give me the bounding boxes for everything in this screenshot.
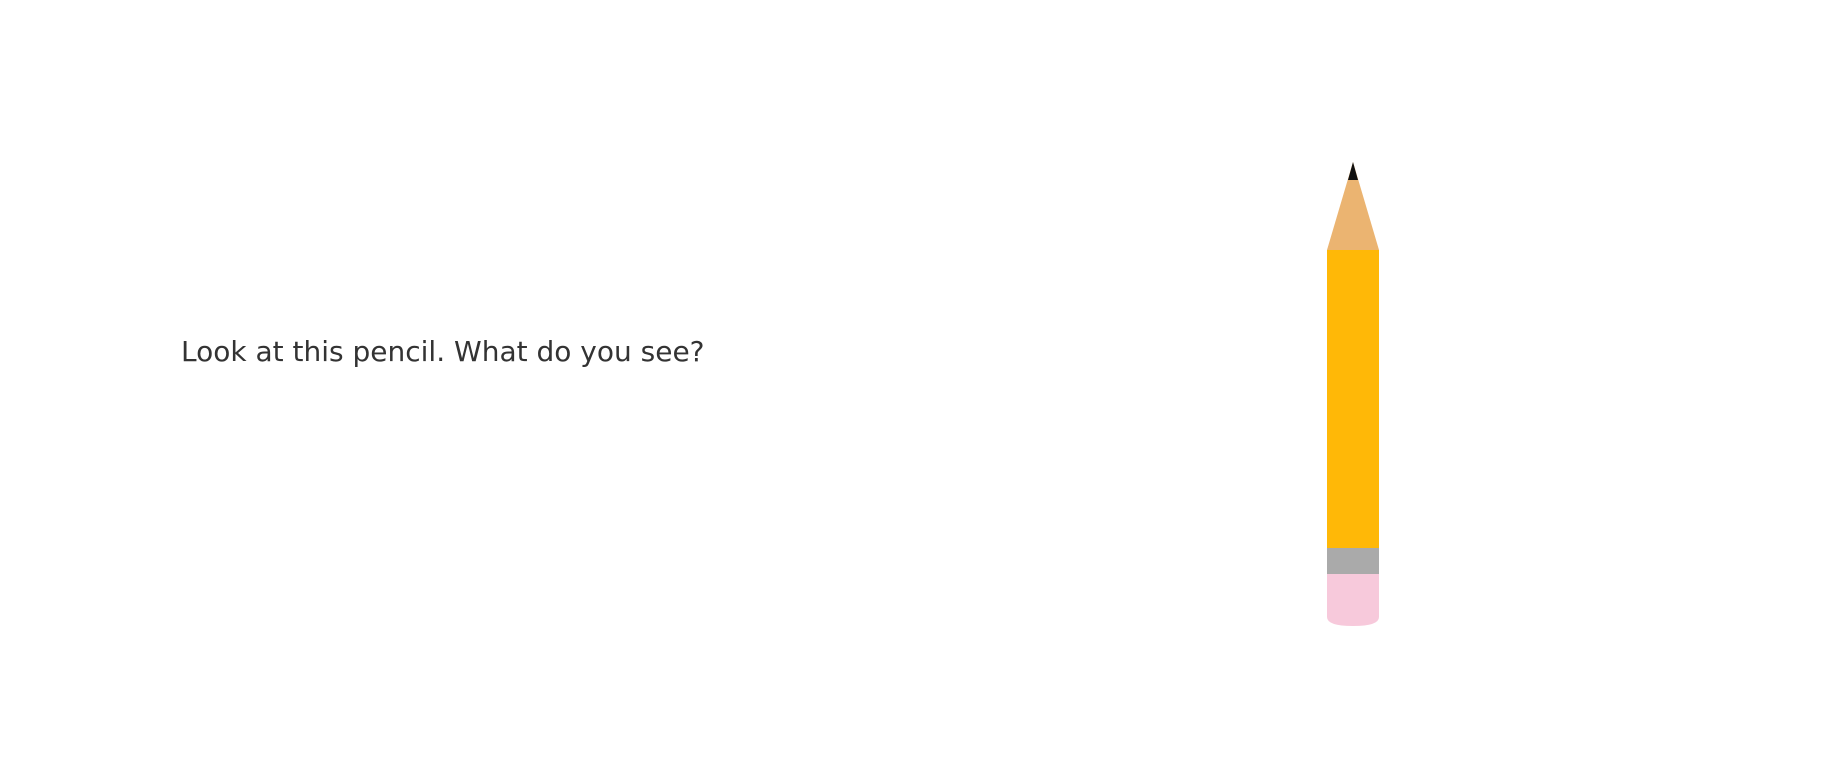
pencil-lead [1348, 162, 1358, 180]
pencil-ferrule [1327, 548, 1379, 574]
pencil-body [1327, 250, 1379, 548]
prompt-text: Look at this pencil. What do you see? [181, 335, 705, 368]
pencil-eraser [1327, 574, 1379, 626]
pencil-icon [1327, 162, 1379, 626]
